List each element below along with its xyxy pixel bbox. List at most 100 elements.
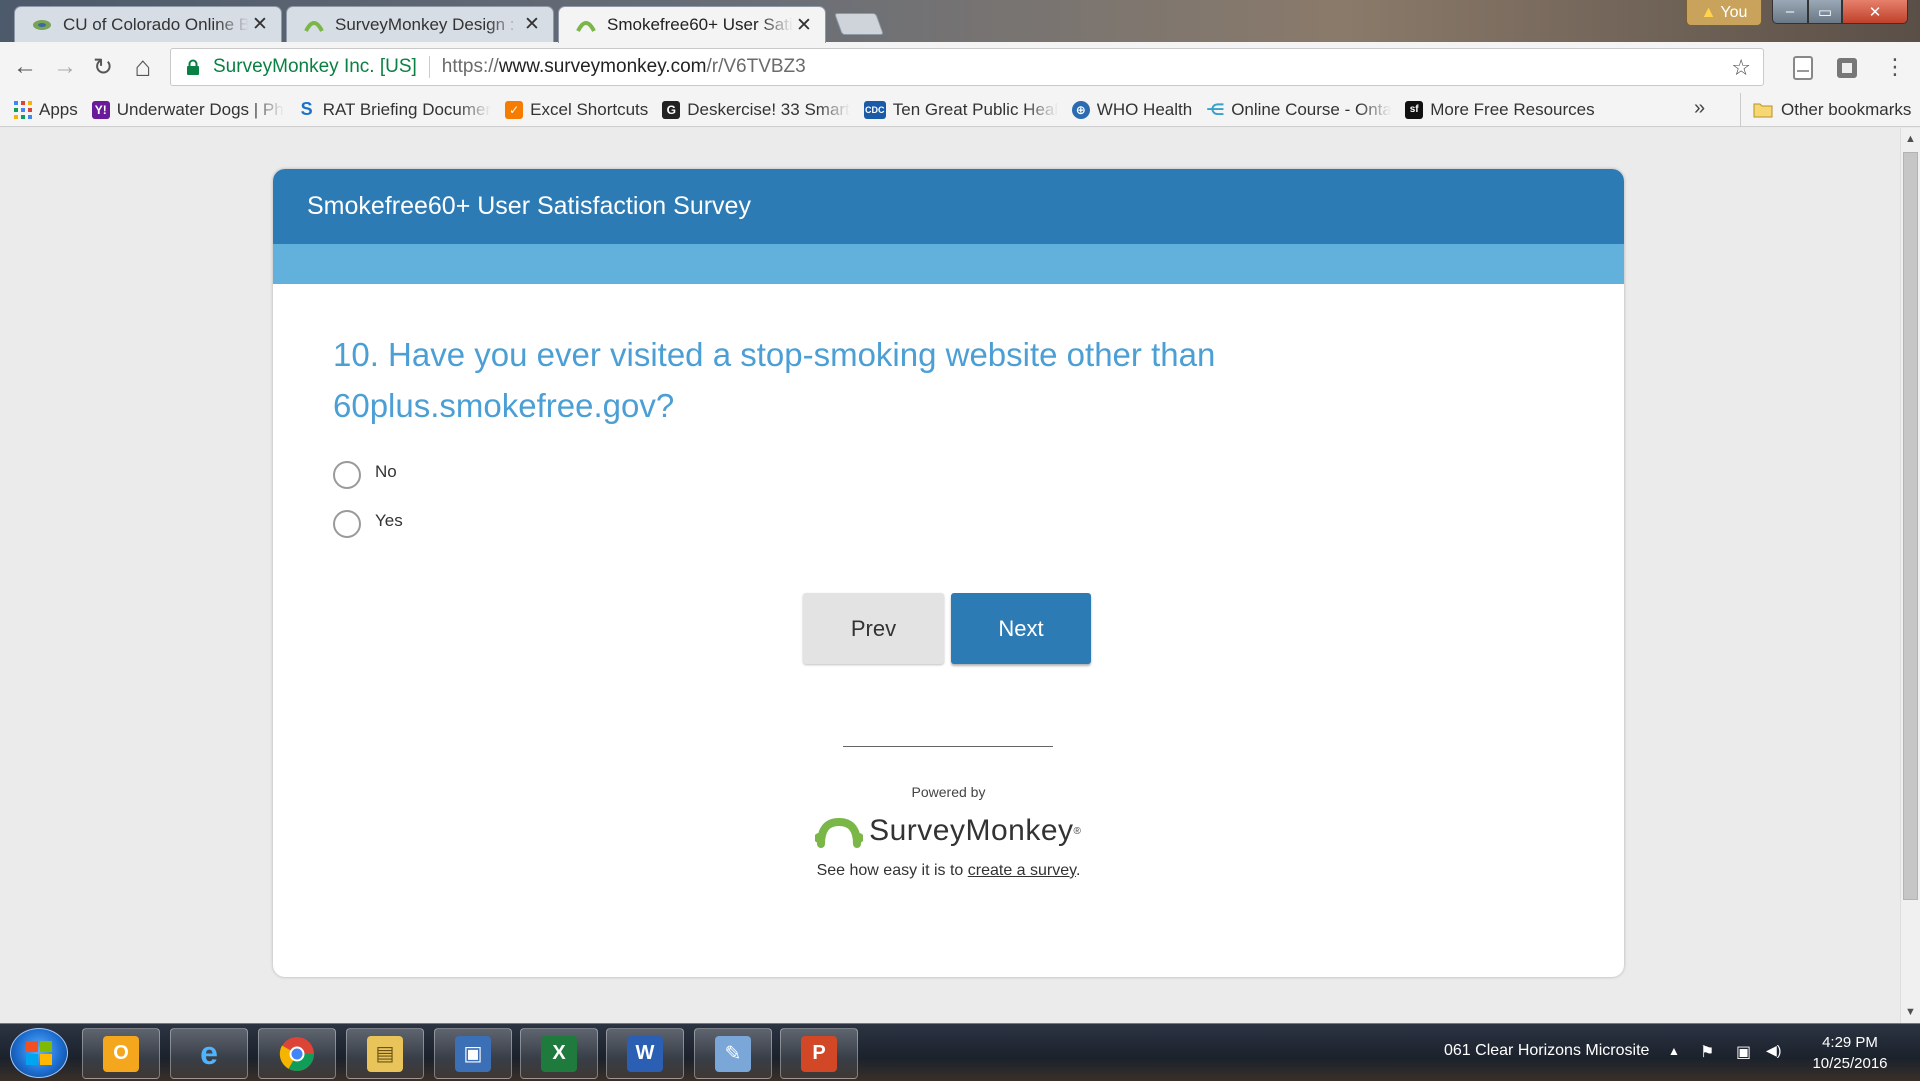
tab-close-icon[interactable]: ✕ — [249, 13, 271, 36]
bookmark-apps[interactable]: Apps — [14, 100, 78, 120]
page-scrollbar[interactable]: ▲ ▼ — [1900, 128, 1920, 1023]
bookmark-excel-shortcuts[interactable]: ✓ Excel Shortcuts — [505, 100, 648, 120]
profile-name: You — [1720, 3, 1748, 21]
scroll-up-icon[interactable]: ▲ — [1901, 130, 1920, 148]
bookmark-ten-great-public-health[interactable]: CDC Ten Great Public Heal — [863, 100, 1058, 120]
option-yes[interactable]: Yes — [333, 510, 403, 538]
remote-desktop-icon: ▣ — [455, 1035, 491, 1072]
browser-toolbar: ← → ↻ ⌂ SurveyMonkey Inc. [US] https://w… — [0, 42, 1920, 93]
clock-time: 4:29 PM — [1822, 1034, 1878, 1051]
action-center-flag-icon[interactable]: ⚑ — [1700, 1042, 1714, 1062]
system-clock[interactable]: 4:29 PM 10/25/2016 — [1800, 1032, 1900, 1074]
close-window-button[interactable]: ✕ — [1842, 0, 1908, 24]
folder-icon — [1753, 103, 1773, 118]
volume-icon[interactable]: ◀) — [1766, 1042, 1781, 1059]
bookmark-deskercise[interactable]: G Deskercise! 33 Smart — [662, 100, 850, 120]
bookmark-who-health[interactable]: ⊕ WHO Health — [1071, 99, 1193, 120]
option-no[interactable]: No — [333, 461, 397, 489]
bookmark-orange-icon: ✓ — [505, 100, 524, 119]
maximize-button[interactable]: ▭ — [1808, 0, 1842, 24]
sf-icon: sf — [1405, 100, 1424, 119]
tab-close-icon[interactable]: ✕ — [521, 13, 543, 36]
bookmark-label: Online Course - Ontar — [1231, 99, 1392, 119]
cdc-icon: CDC — [863, 100, 886, 119]
taskbar-outlook[interactable]: O — [82, 1028, 160, 1079]
forward-button[interactable]: → — [48, 50, 82, 84]
omnibox-separator — [428, 56, 430, 78]
other-bookmarks-label: Other bookmarks — [1781, 100, 1912, 119]
prev-button[interactable]: Prev — [803, 593, 944, 664]
next-button[interactable]: Next — [951, 593, 1091, 664]
cu-leaf-icon — [33, 19, 51, 30]
taskbar-remote-desktop[interactable]: ▣ — [434, 1028, 512, 1079]
bookmarks-overflow-button[interactable]: » — [1694, 97, 1705, 120]
scroll-thumb[interactable] — [1903, 152, 1918, 900]
option-label[interactable]: No — [375, 462, 397, 482]
lock-icon — [183, 57, 203, 77]
document-extension-icon[interactable] — [1792, 56, 1814, 80]
bookmark-label: Deskercise! 33 Smart — [687, 99, 850, 119]
address-bar[interactable]: SurveyMonkey Inc. [US] https://www.surve… — [170, 48, 1764, 86]
security-label: SurveyMonkey Inc. [US] — [213, 56, 417, 77]
taskbar-file-explorer[interactable]: ▤ — [346, 1028, 424, 1079]
bookmark-label: Apps — [39, 99, 78, 119]
outlook-icon: O — [103, 1035, 139, 1072]
tray-label[interactable]: 061 Clear Horizons Microsite — [1444, 1042, 1649, 1060]
bookmark-online-course[interactable]: ⋲ Online Course - Ontar — [1206, 100, 1391, 120]
taskbar-chrome[interactable] — [258, 1028, 336, 1079]
paint-icon: ✎ — [715, 1035, 751, 1072]
show-hidden-icons-icon[interactable]: ▲ — [1668, 1044, 1680, 1058]
start-button[interactable] — [10, 1028, 68, 1078]
survey-header: Smokefree60+ User Satisfaction Survey — [273, 169, 1624, 244]
tab-surveymonkey-design[interactable]: SurveyMonkey Design : S ✕ — [286, 6, 554, 42]
home-button[interactable]: ⌂ — [126, 50, 160, 84]
tab-close-icon[interactable]: ✕ — [793, 14, 815, 37]
tagline-period: . — [1075, 862, 1081, 879]
taskbar-internet-explorer[interactable]: e — [170, 1028, 248, 1079]
bookmarks-bar: Apps Y! Underwater Dogs | Ph S RAT Brief… — [0, 93, 1920, 127]
progress-band — [273, 244, 1624, 284]
bookmark-more-free-resources[interactable]: sf More Free Resources — [1405, 99, 1595, 120]
radio-yes[interactable] — [333, 510, 361, 538]
create-survey-link[interactable]: create a survey — [968, 862, 1076, 879]
profile-badge[interactable]: ▲ You — [1686, 0, 1762, 26]
bookmark-underwater-dogs[interactable]: Y! Underwater Dogs | Ph — [91, 100, 284, 120]
network-icon[interactable]: ▣ — [1736, 1042, 1751, 1062]
radio-no[interactable] — [333, 461, 361, 489]
windows-taskbar: O e ▤ ▣ X W ✎ P 061 Clear Horizons Micro… — [0, 1023, 1920, 1081]
taskbar-excel[interactable]: X — [520, 1028, 598, 1079]
footer-divider — [843, 746, 1053, 747]
surveymonkey-logo-icon — [815, 817, 864, 848]
tagline-text: See how easy it is to — [816, 862, 968, 879]
bookmark-star-icon[interactable]: ☆ — [1731, 55, 1751, 81]
survey-card: Smokefree60+ User Satisfaction Survey 10… — [273, 169, 1624, 977]
windows-logo-icon — [26, 1041, 52, 1065]
other-bookmarks[interactable]: Other bookmarks — [1740, 93, 1911, 127]
scroll-down-icon[interactable]: ▼ — [1901, 1003, 1920, 1021]
taskbar-powerpoint[interactable]: P — [780, 1028, 858, 1079]
internet-explorer-icon: e — [200, 1035, 218, 1071]
option-label[interactable]: Yes — [375, 511, 403, 531]
taskbar-word[interactable]: W — [606, 1028, 684, 1079]
registered-mark: ® — [1073, 825, 1081, 837]
bookmark-label: Excel Shortcuts — [530, 99, 649, 119]
tab-title: SurveyMonkey Design : S — [335, 14, 521, 34]
new-tab-button[interactable] — [833, 13, 885, 35]
scribd-icon: S — [300, 99, 313, 119]
tab-title: Smokefree60+ User Satis — [607, 15, 793, 34]
g-icon: G — [662, 100, 681, 119]
back-button[interactable]: ← — [8, 50, 42, 84]
menu-icon[interactable]: ⋮ — [1878, 50, 1912, 84]
tab-cu-colorado[interactable]: CU of Colorado Online B ✕ — [14, 6, 282, 42]
tab-title: CU of Colorado Online B — [63, 14, 249, 34]
taskbar-paint[interactable]: ✎ — [694, 1028, 772, 1079]
bookmark-label: WHO Health — [1096, 99, 1193, 119]
yahoo-icon: Y! — [91, 100, 110, 119]
bookmark-rat-briefing[interactable]: S RAT Briefing Documer — [298, 99, 492, 120]
bookmark-label: More Free Resources — [1430, 99, 1595, 119]
pocket-extension-icon[interactable] — [1836, 56, 1858, 80]
reload-button[interactable]: ↻ — [86, 50, 120, 84]
surveymonkey-logo[interactable]: SurveyMonkey ® — [803, 809, 1093, 853]
tab-smokefree-survey[interactable]: Smokefree60+ User Satis ✕ — [558, 6, 826, 43]
minimize-button[interactable]: – — [1772, 0, 1808, 24]
